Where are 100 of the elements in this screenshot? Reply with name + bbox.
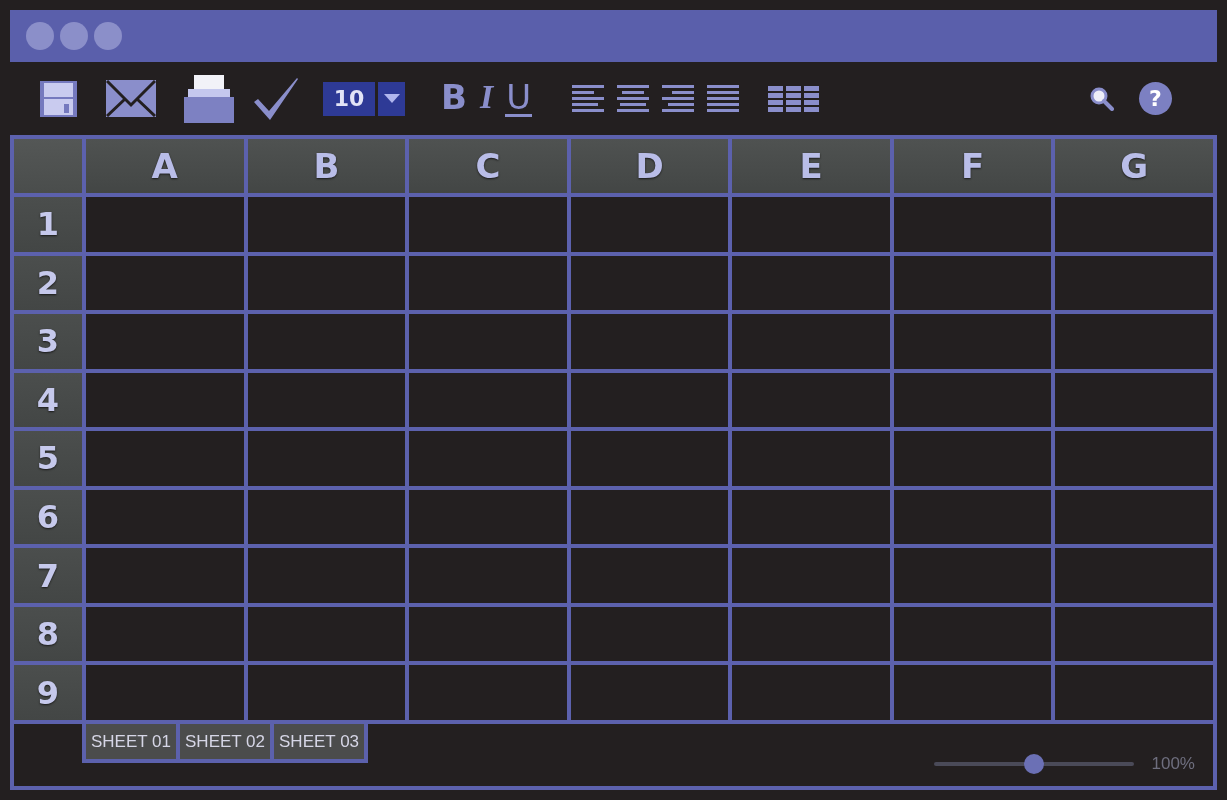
row-header[interactable]: 2	[14, 255, 82, 311]
sheet-cell[interactable]	[1055, 606, 1213, 662]
sheet-cell[interactable]	[409, 489, 567, 545]
sheet-cell[interactable]	[1055, 548, 1213, 603]
corner-header-cell[interactable]	[14, 139, 82, 193]
sheet-cell[interactable]	[893, 197, 1052, 252]
column-header[interactable]: C	[409, 139, 567, 193]
sheet-cell[interactable]	[247, 489, 406, 545]
sheet-cell[interactable]	[893, 431, 1052, 486]
sheet-cell[interactable]	[409, 606, 567, 662]
column-header[interactable]: F	[893, 139, 1052, 193]
printer-icon[interactable]	[184, 74, 234, 123]
sheet-tab[interactable]: SHEET 02	[180, 724, 271, 759]
sheet-cell[interactable]	[1055, 489, 1213, 545]
sheet-tab[interactable]: SHEET 01	[86, 724, 176, 759]
align-left-icon[interactable]	[572, 85, 605, 112]
table-icon[interactable]	[768, 85, 820, 112]
sheet-cell[interactable]	[570, 489, 729, 545]
sheet-cell[interactable]	[893, 372, 1052, 428]
sheet-cell[interactable]	[409, 548, 567, 603]
sheet-cell[interactable]	[732, 665, 890, 720]
sheet-cell[interactable]	[409, 665, 567, 720]
row-header[interactable]: 8	[14, 606, 82, 662]
sheet-cell[interactable]	[409, 431, 567, 486]
sheet-cell[interactable]	[732, 548, 890, 603]
sheet-cell[interactable]	[247, 431, 406, 486]
row-header[interactable]: 9	[14, 665, 82, 720]
window-control-icon[interactable]	[60, 22, 88, 50]
column-header[interactable]: D	[570, 139, 729, 193]
sheet-cell[interactable]	[893, 665, 1052, 720]
row-header[interactable]: 7	[14, 548, 82, 603]
sheet-cell[interactable]	[570, 665, 729, 720]
envelope-icon[interactable]	[106, 80, 156, 117]
row-header[interactable]: 1	[14, 197, 82, 252]
sheet-cell[interactable]	[86, 606, 244, 662]
help-button[interactable]: ?	[1139, 82, 1172, 115]
sheet-cell[interactable]	[86, 197, 244, 252]
column-header[interactable]: B	[247, 139, 406, 193]
sheet-cell[interactable]	[893, 606, 1052, 662]
align-justify-icon[interactable]	[707, 85, 740, 112]
underline-button[interactable]: U	[505, 80, 533, 117]
checkmark-icon[interactable]	[254, 77, 298, 120]
sheet-cell[interactable]	[570, 431, 729, 486]
sheet-cell[interactable]	[570, 548, 729, 603]
sheet-cell[interactable]	[247, 665, 406, 720]
sheet-cell[interactable]	[86, 431, 244, 486]
sheet-cell[interactable]	[409, 314, 567, 369]
column-header[interactable]: E	[732, 139, 890, 193]
sheet-cell[interactable]	[893, 314, 1052, 369]
sheet-cell[interactable]	[893, 489, 1052, 545]
sheet-cell[interactable]	[409, 372, 567, 428]
sheet-cell[interactable]	[409, 255, 567, 311]
column-header[interactable]: G	[1055, 139, 1213, 193]
sheet-cell[interactable]	[732, 372, 890, 428]
row-header[interactable]: 6	[14, 489, 82, 545]
sheet-cell[interactable]	[247, 372, 406, 428]
zoom-slider-thumb[interactable]	[1023, 754, 1044, 774]
sheet-cell[interactable]	[732, 431, 890, 486]
sheet-cell[interactable]	[409, 197, 567, 252]
row-header[interactable]: 5	[14, 431, 82, 486]
sheet-cell[interactable]	[893, 255, 1052, 311]
sheet-cell[interactable]	[86, 255, 244, 311]
sheet-cell[interactable]	[570, 197, 729, 252]
sheet-cell[interactable]	[732, 197, 890, 252]
sheet-cell[interactable]	[86, 548, 244, 603]
font-size-field[interactable]: 10	[323, 81, 375, 116]
sheet-cell[interactable]	[893, 548, 1052, 603]
sheet-cell[interactable]	[570, 255, 729, 311]
sheet-cell[interactable]	[1055, 431, 1213, 486]
window-control-icon[interactable]	[94, 22, 122, 50]
sheet-cell[interactable]	[570, 372, 729, 428]
sheet-cell[interactable]	[732, 314, 890, 369]
sheet-cell[interactable]	[86, 372, 244, 428]
search-icon[interactable]	[1090, 86, 1114, 111]
sheet-cell[interactable]	[1055, 255, 1213, 311]
align-center-icon[interactable]	[617, 85, 650, 112]
sheet-cell[interactable]	[1055, 372, 1213, 428]
row-header[interactable]: 4	[14, 372, 82, 428]
bold-button[interactable]: B	[440, 80, 468, 117]
italic-button[interactable]: I	[478, 80, 495, 117]
sheet-cell[interactable]	[86, 489, 244, 545]
align-right-icon[interactable]	[662, 85, 695, 112]
sheet-cell[interactable]	[247, 606, 406, 662]
sheet-cell[interactable]	[732, 255, 890, 311]
dropdown-button[interactable]	[378, 81, 405, 116]
sheet-cell[interactable]	[1055, 197, 1213, 252]
sheet-cell[interactable]	[86, 665, 244, 720]
sheet-cell[interactable]	[1055, 314, 1213, 369]
sheet-cell[interactable]	[732, 606, 890, 662]
window-control-icon[interactable]	[26, 22, 54, 50]
sheet-cell[interactable]	[86, 314, 244, 369]
row-header[interactable]: 3	[14, 314, 82, 369]
sheet-cell[interactable]	[247, 314, 406, 369]
sheet-cell[interactable]	[247, 255, 406, 311]
sheet-cell[interactable]	[1055, 665, 1213, 720]
sheet-cell[interactable]	[732, 489, 890, 545]
sheet-tab[interactable]: SHEET 03	[274, 724, 365, 759]
sheet-cell[interactable]	[570, 314, 729, 369]
sheet-cell[interactable]	[247, 548, 406, 603]
column-header[interactable]: A	[86, 139, 244, 193]
